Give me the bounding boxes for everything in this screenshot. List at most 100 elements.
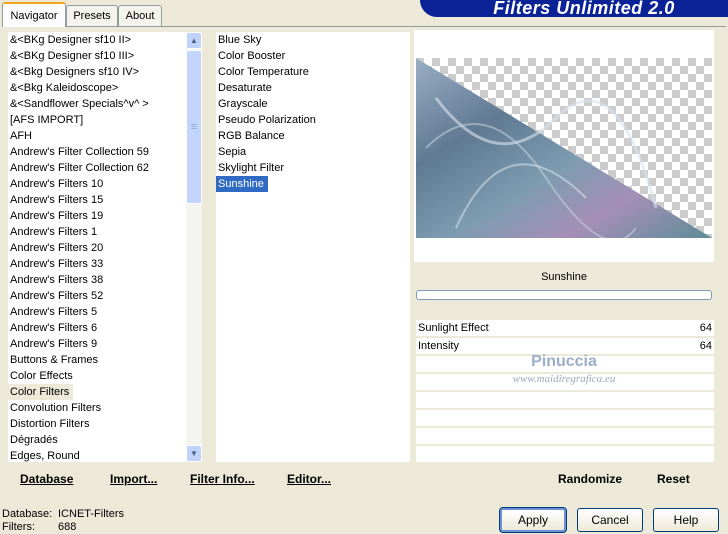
tab-presets-label: Presets — [73, 10, 111, 22]
list-item[interactable]: Andrew's Filters 19 — [8, 208, 186, 224]
watermark-title: Pinuccia — [416, 353, 712, 371]
list-item[interactable]: Buttons & Frames — [8, 352, 186, 368]
list-item[interactable]: Andrew's Filters 38 — [8, 272, 186, 288]
list-item[interactable]: Dégradés — [8, 432, 186, 448]
list-item[interactable]: &<BKg Designer sf10 II> — [8, 32, 186, 48]
tab-presets[interactable]: Presets — [66, 5, 118, 26]
list-item[interactable]: Grayscale — [216, 96, 410, 112]
list-item[interactable]: Andrew's Filters 52 — [8, 288, 186, 304]
list-item[interactable]: RGB Balance — [216, 128, 410, 144]
chevron-down-icon: ▼ — [190, 449, 198, 458]
list-item[interactable]: Color Filters — [8, 384, 186, 400]
progress-bar — [416, 290, 712, 300]
filter-list[interactable]: Blue Sky Color Booster Color Temperature De… — [216, 32, 410, 462]
list-item[interactable]: Andrew's Filter Collection 62 — [8, 160, 186, 176]
category-label: Andrew's Filters 20 — [10, 242, 104, 254]
watermark-title-text: Pinuccia — [531, 353, 597, 370]
category-label: &<Bkg Kaleidoscope> — [10, 82, 119, 94]
app-title: Filters Unlimited 2.0 — [493, 0, 675, 18]
filter-name: Sunshine — [416, 268, 712, 286]
status-database-value: ICNET-Filters — [58, 508, 124, 520]
category-label: Andrew's Filters 5 — [10, 306, 98, 318]
list-item[interactable]: &<Bkg Kaleidoscope> — [8, 80, 186, 96]
filter-label: Pseudo Polarization — [218, 114, 316, 126]
filter-label: Grayscale — [218, 98, 268, 110]
randomize-button[interactable]: Randomize — [558, 472, 622, 486]
cancel-button[interactable]: Cancel — [577, 508, 643, 532]
cancel-label: Cancel — [591, 513, 629, 527]
scroll-thumb[interactable]: ≡ — [186, 50, 202, 204]
category-label: [AFS IMPORT] — [10, 114, 84, 126]
status-filters-label: Filters: — [2, 521, 35, 533]
category-label: Edges, Round — [10, 450, 80, 462]
category-scrollbar[interactable]: ▲ ≡ ▼ — [186, 32, 202, 462]
list-item[interactable]: Distortion Filters — [8, 416, 186, 432]
category-label: Convolution Filters — [10, 402, 102, 414]
list-item[interactable]: &<Sandflower Specials^v^ > — [8, 96, 186, 112]
help-button[interactable]: Help — [653, 508, 719, 532]
list-item[interactable]: Andrew's Filters 5 — [8, 304, 186, 320]
list-item[interactable]: Andrew's Filters 10 — [8, 176, 186, 192]
list-item[interactable]: Convolution Filters — [8, 400, 186, 416]
category-label: Andrew's Filters 19 — [10, 210, 104, 222]
status-filters: Filters: 688 — [2, 521, 76, 533]
scroll-up-button[interactable]: ▲ — [186, 32, 202, 49]
list-item[interactable]: Color Booster — [216, 48, 410, 64]
list-item[interactable]: AFH — [8, 128, 186, 144]
filter-label: Skylight Filter — [218, 162, 285, 174]
category-label: Distortion Filters — [10, 418, 90, 430]
category-label: Andrew's Filters 6 — [10, 322, 98, 334]
list-item[interactable]: Skylight Filter — [216, 160, 410, 176]
category-label: Dégradés — [10, 434, 58, 446]
list-item[interactable]: Color Effects — [8, 368, 186, 384]
status-database-label: Database: — [2, 508, 53, 520]
list-item[interactable]: Andrew's Filters 6 — [8, 320, 186, 336]
list-item[interactable]: Andrew's Filters 1 — [8, 224, 186, 240]
list-item[interactable]: Andrew's Filters 20 — [8, 240, 186, 256]
reset-button[interactable]: Reset — [657, 472, 690, 486]
scroll-down-button[interactable]: ▼ — [186, 445, 202, 462]
list-item[interactable]: Color Temperature — [216, 64, 410, 80]
list-item[interactable]: Pseudo Polarization — [216, 112, 410, 128]
editor-button[interactable]: Editor... — [287, 472, 331, 486]
list-item[interactable]: [AFS IMPORT] — [8, 112, 186, 128]
tab-navigator[interactable]: Navigator — [2, 2, 66, 27]
list-item[interactable]: Desaturate — [216, 80, 410, 96]
list-item[interactable]: Sepia — [216, 144, 410, 160]
filter-label: Color Booster — [218, 50, 286, 62]
category-label: Color Effects — [10, 370, 73, 382]
category-label: Andrew's Filter Collection 59 — [10, 146, 150, 158]
tab-about[interactable]: About — [118, 5, 162, 26]
list-item[interactable]: &<BKg Designer sf10 III> — [8, 48, 186, 64]
list-item[interactable]: Blue Sky — [216, 32, 410, 48]
list-item[interactable]: Edges, Round — [8, 448, 186, 462]
list-item[interactable]: Andrew's Filter Collection 59 — [8, 144, 186, 160]
watermark-url: www.maidiregrafica.eu — [416, 373, 712, 385]
list-item[interactable]: Andrew's Filters 15 — [8, 192, 186, 208]
list-item[interactable]: Sunshine — [216, 176, 410, 192]
list-item[interactable]: Andrew's Filters 9 — [8, 336, 186, 352]
filter-label: RGB Balance — [218, 130, 285, 142]
param-value: 64 — [699, 340, 712, 352]
filter-info-button[interactable]: Filter Info... — [190, 472, 255, 486]
param-empty — [416, 392, 714, 409]
preview-image — [416, 58, 712, 238]
apply-label: Apply — [517, 513, 549, 527]
filter-label: Sepia — [218, 146, 247, 158]
list-item[interactable]: Andrew's Filters 33 — [8, 256, 186, 272]
grip-icon: ≡ — [190, 121, 198, 133]
category-list[interactable]: &<BKg Designer sf10 II> &<BKg Designer sf… — [8, 32, 186, 462]
category-label: AFH — [10, 130, 32, 142]
database-button[interactable]: Database — [20, 472, 73, 486]
import-button[interactable]: Import... — [110, 472, 157, 486]
list-item[interactable]: &<Bkg Designers sf10 IV> — [8, 64, 186, 80]
tab-navigator-label: Navigator — [10, 9, 58, 22]
tab-about-label: About — [125, 10, 155, 22]
filter-label: Sunshine — [216, 176, 268, 192]
param-label: Sunlight Effect — [418, 322, 489, 334]
category-label: Andrew's Filters 10 — [10, 178, 104, 190]
param-sunlight-effect[interactable]: Sunlight Effect 64 — [416, 320, 714, 337]
apply-button[interactable]: Apply — [499, 507, 567, 533]
chevron-up-icon: ▲ — [190, 36, 198, 45]
category-label: &<BKg Designer sf10 III> — [10, 50, 135, 62]
